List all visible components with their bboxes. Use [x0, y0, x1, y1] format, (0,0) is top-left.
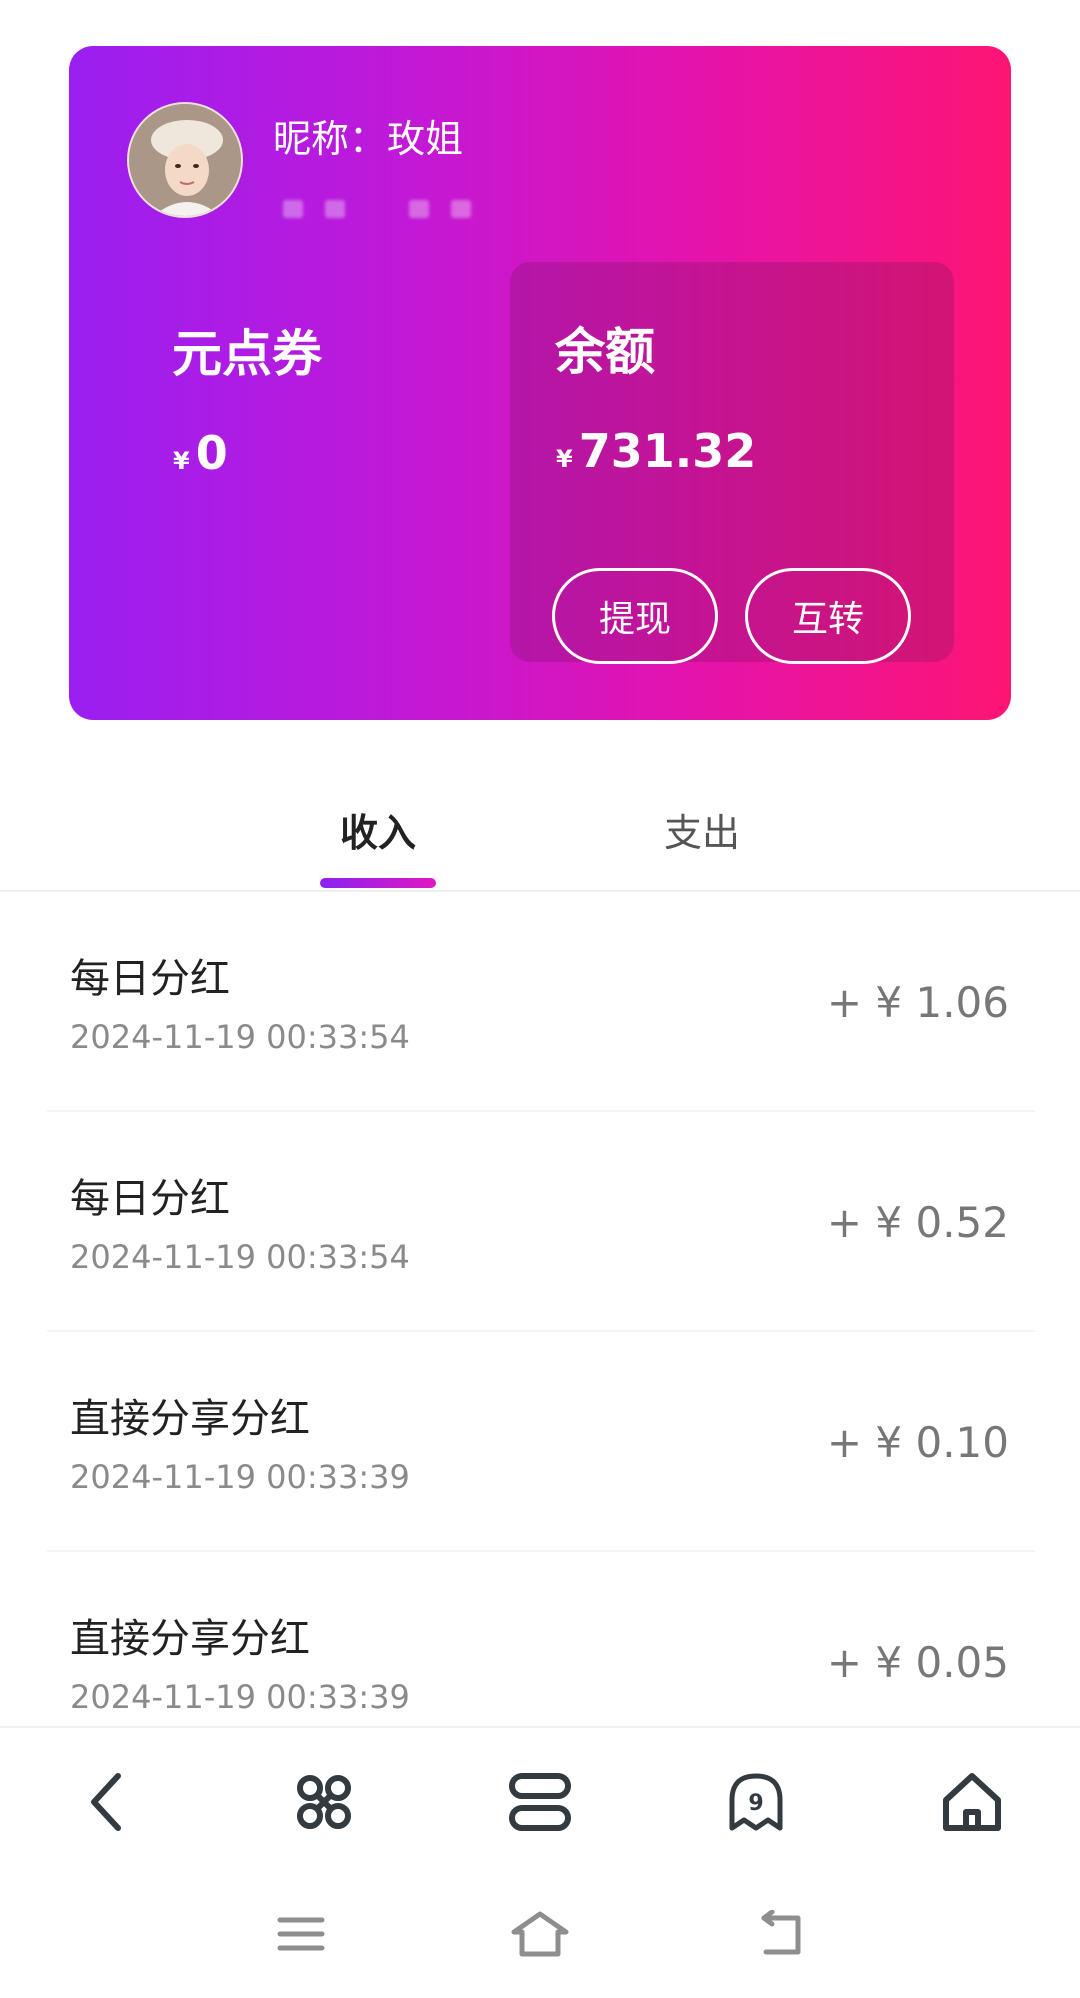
- record-amount: + ¥ 0.52: [826, 1198, 1009, 1247]
- record-time: 2024-11-19 00:33:39: [70, 1678, 410, 1716]
- list-item[interactable]: 每日分红 2024-11-19 00:33:54 + ¥ 0.52: [47, 1112, 1035, 1332]
- transfer-button[interactable]: 互转: [745, 568, 911, 664]
- home-icon[interactable]: [932, 1762, 1012, 1842]
- balance-panel: 余额 ¥731.32 提现 互转: [510, 262, 954, 664]
- nickname: 昵称：玫姐: [273, 117, 464, 161]
- browser-bottom-nav: 9: [0, 1726, 1080, 1866]
- record-amount: + ¥ 0.10: [826, 1418, 1009, 1467]
- list-item[interactable]: 每日分红 2024-11-19 00:33:54 + ¥ 1.06: [47, 892, 1035, 1112]
- record-time: 2024-11-19 00:33:54: [70, 1018, 410, 1056]
- record-time: 2024-11-19 00:33:54: [70, 1238, 410, 1276]
- record-title: 直接分享分红: [70, 1616, 310, 1662]
- coupon-label: 元点券: [172, 325, 322, 383]
- wallet-card: 昵称：玫姐 元点券 ¥0 余额 ¥731.32 提现 互转: [69, 46, 1011, 720]
- currency-symbol: ¥: [556, 445, 573, 473]
- record-amount: + ¥ 1.06: [826, 978, 1009, 1027]
- active-tab-indicator: [320, 878, 436, 888]
- command-icon[interactable]: [284, 1762, 364, 1842]
- menu-icon[interactable]: [266, 1904, 336, 1964]
- record-time: 2024-11-19 00:33:39: [70, 1458, 410, 1496]
- currency-symbol: ¥: [173, 447, 190, 475]
- system-navigation-bar: [0, 1866, 1080, 1998]
- record-amount: + ¥ 0.05: [826, 1638, 1009, 1687]
- withdraw-button[interactable]: 提现: [552, 568, 718, 664]
- tab-expense[interactable]: 支出: [664, 802, 740, 857]
- balance-label: 余额: [555, 323, 655, 381]
- masked-user-id: [283, 198, 473, 220]
- avatar-image: [129, 104, 241, 216]
- ghost-badge-icon[interactable]: 9: [716, 1762, 796, 1842]
- back-arrow-icon[interactable]: [67, 1762, 147, 1842]
- home-outline-icon[interactable]: [505, 1904, 575, 1964]
- return-icon[interactable]: [745, 1904, 815, 1964]
- record-tabs: 收入 支出: [0, 770, 1080, 892]
- tab-income[interactable]: 收入: [340, 802, 416, 857]
- record-title: 每日分红: [70, 1176, 230, 1222]
- avatar[interactable]: [127, 102, 243, 218]
- wallet-page: 昵称：玫姐 元点券 ¥0 余额 ¥731.32 提现 互转 收入 支出 每日分红…: [0, 0, 1080, 1998]
- income-record-list: 每日分红 2024-11-19 00:33:54 + ¥ 1.06 每日分红 2…: [47, 892, 1035, 1772]
- badge-count: 9: [748, 1791, 763, 1816]
- record-title: 直接分享分红: [70, 1396, 310, 1442]
- balance-amount: ¥731.32: [556, 424, 756, 478]
- coupon-amount: ¥0: [173, 426, 228, 480]
- record-title: 每日分红: [70, 956, 230, 1002]
- balance-value: 731.32: [578, 424, 757, 478]
- tabs-icon[interactable]: [500, 1762, 580, 1842]
- list-item[interactable]: 直接分享分红 2024-11-19 00:33:39 + ¥ 0.10: [47, 1332, 1035, 1552]
- coupon-value: 0: [195, 426, 228, 480]
